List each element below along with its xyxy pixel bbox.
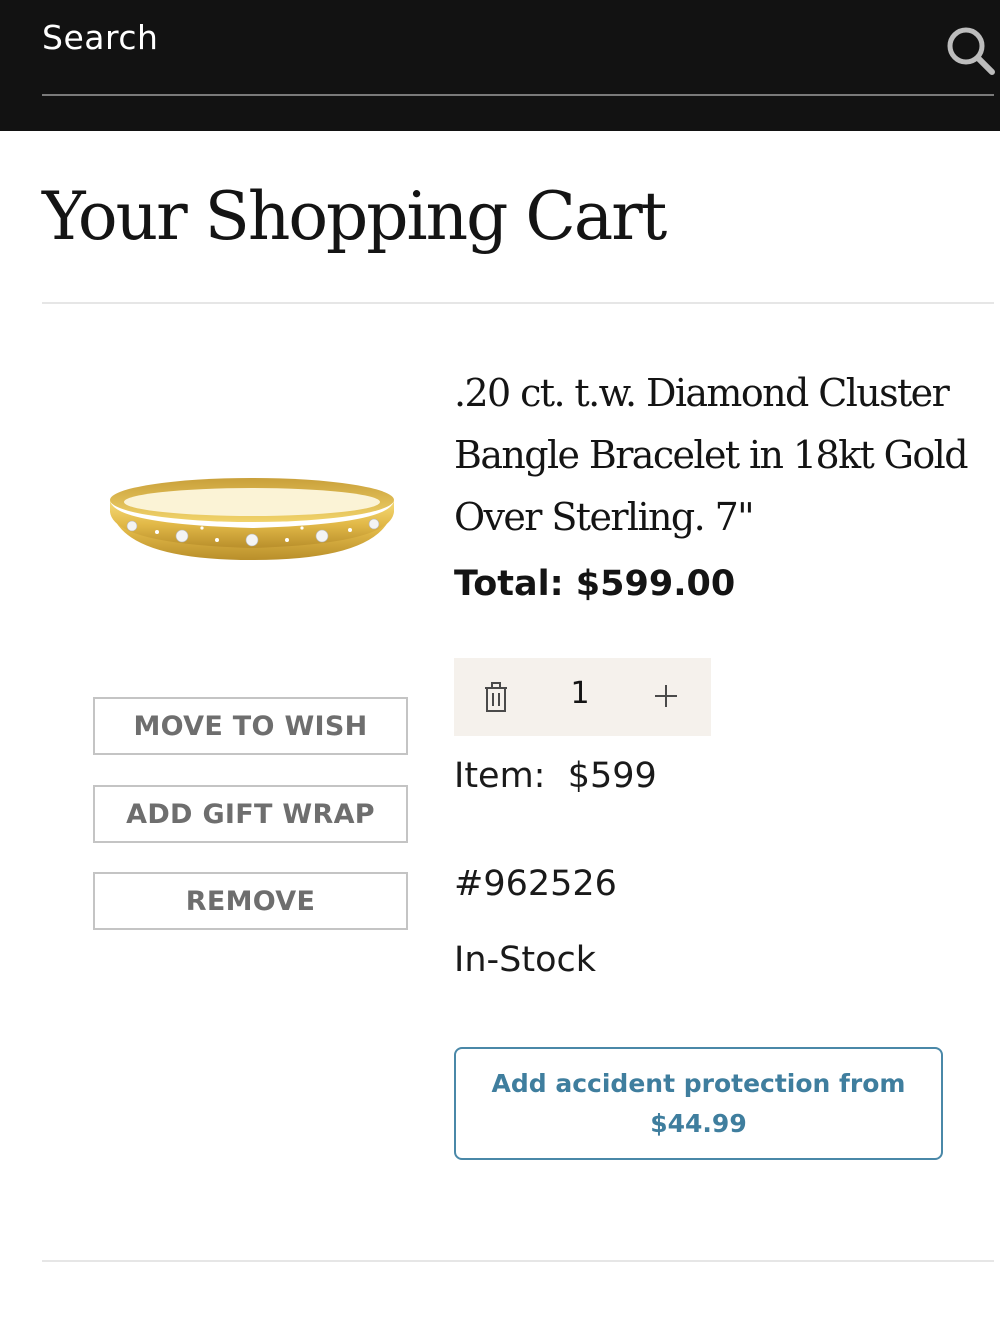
product-image[interactable] xyxy=(102,460,402,580)
item-price: $599 xyxy=(567,756,657,796)
stock-status: In-Stock xyxy=(454,940,596,980)
search-icon[interactable] xyxy=(944,24,996,76)
sku-number: #962526 xyxy=(454,864,617,904)
quantity-stepper: 1 xyxy=(454,658,711,736)
divider xyxy=(42,302,994,304)
search-input[interactable]: Search xyxy=(42,18,158,57)
remove-button[interactable]: REMOVE xyxy=(93,872,408,930)
add-gift-wrap-button[interactable]: ADD GIFT WRAP xyxy=(93,785,408,843)
search-underline xyxy=(42,94,994,96)
item-price-line: Item: $599 xyxy=(454,756,657,796)
page-title: Your Shopping Cart xyxy=(42,178,667,255)
quantity-value: 1 xyxy=(570,676,590,711)
accident-protection-button[interactable]: Add accident protection from $44.99 xyxy=(454,1047,943,1160)
item-label: Item: xyxy=(454,756,546,796)
plus-icon[interactable] xyxy=(652,682,680,710)
total-price: Total: $599.00 xyxy=(454,564,736,604)
trash-icon[interactable] xyxy=(482,681,510,713)
top-header: Search xyxy=(0,0,1000,131)
divider xyxy=(42,1260,994,1262)
product-name[interactable]: .20 ct. t.w. Diamond Cluster Bangle Brac… xyxy=(454,362,974,548)
move-to-wish-button[interactable]: MOVE TO WISH xyxy=(93,697,408,755)
